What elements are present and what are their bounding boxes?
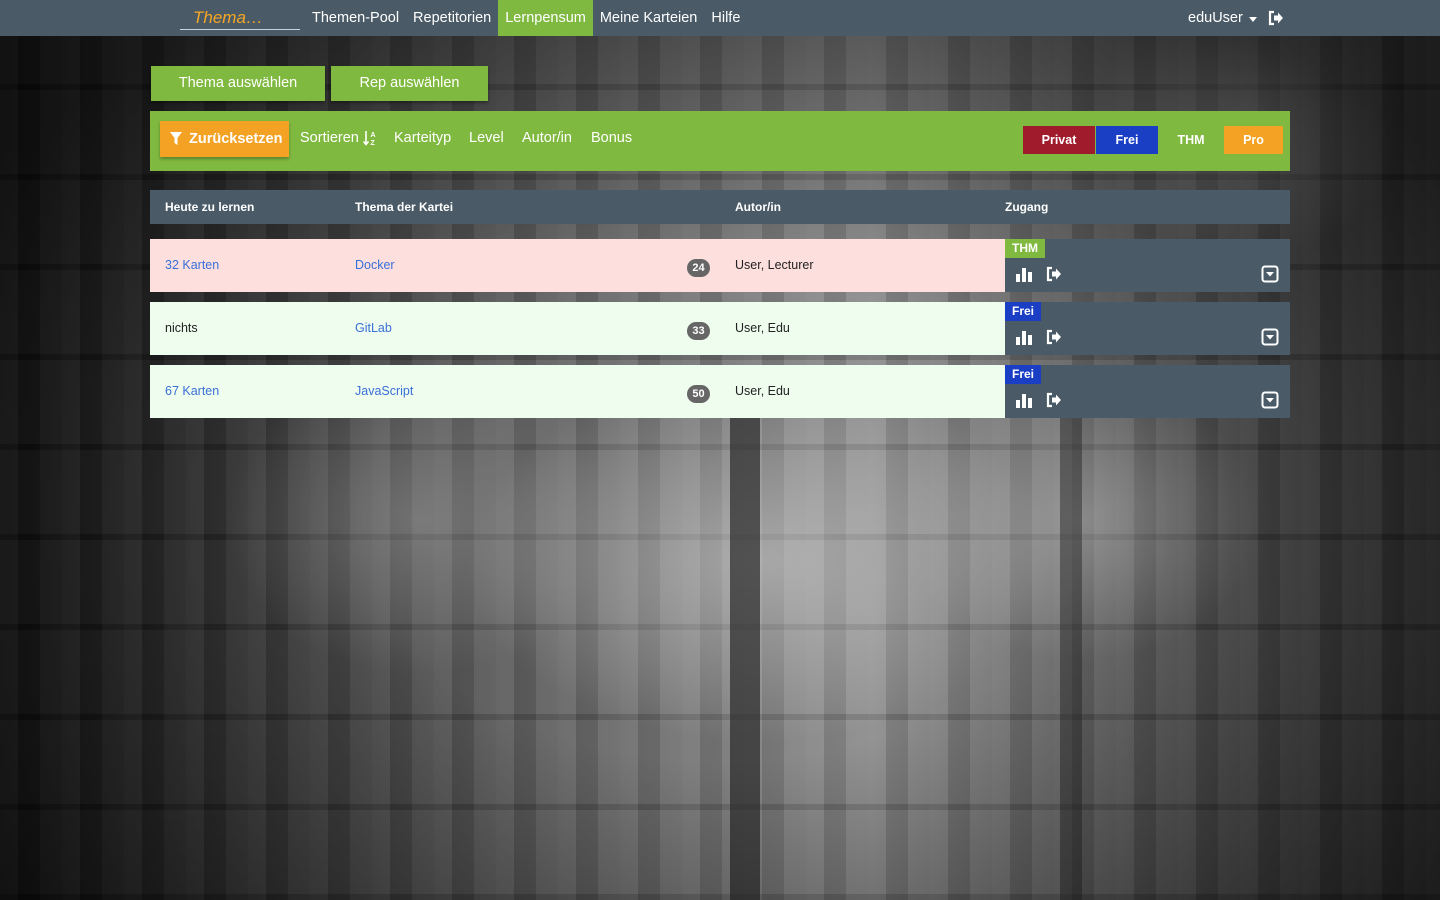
access-filter-group: Privat Frei THM Pro [1023, 126, 1284, 154]
leave-icon[interactable] [1045, 391, 1063, 409]
card-count-badge: 33 [687, 322, 710, 340]
access-badge: Frei [1005, 365, 1042, 384]
table-row[interactable]: 67 Karten JavaScript 50 User, Edu Frei [150, 365, 1290, 418]
header-author[interactable]: Autor/in [735, 190, 781, 224]
author-name: User, Edu [735, 321, 790, 335]
top-navbar: Thema… Themen-Pool Repetitorien Lernpens… [0, 0, 1440, 36]
leave-icon[interactable] [1045, 328, 1063, 346]
svg-text:Z: Z [370, 140, 375, 146]
card-count-badge: 50 [687, 385, 710, 403]
reset-filter-button[interactable]: Zurücksetzen [160, 121, 289, 157]
today-cards-link[interactable]: 32 Karten [165, 239, 219, 292]
stats-icon[interactable] [1015, 391, 1033, 409]
user-name: eduUser [1188, 10, 1243, 26]
select-topic-button[interactable]: Thema auswählen [151, 66, 325, 101]
sort-label: Sortieren [300, 130, 359, 146]
card-count-badge: 24 [687, 259, 710, 277]
topic-link[interactable]: Docker [355, 239, 395, 292]
today-cards-link[interactable]: 67 Karten [165, 365, 219, 418]
row-access-cell: Frei [1005, 302, 1290, 355]
row-content: 32 Karten Docker 24 User, Lecturer [150, 239, 1005, 292]
row-content: nichts GitLab 33 User, Edu [150, 302, 1005, 355]
access-badge: Frei [1005, 302, 1042, 321]
nav-item-hilfe[interactable]: Hilfe [704, 0, 747, 36]
topic-search-input[interactable]: Thema… [180, 4, 300, 30]
select-rep-button[interactable]: Rep auswählen [331, 66, 488, 101]
access-filter-pro[interactable]: Pro [1224, 126, 1283, 154]
topic-link[interactable]: JavaScript [355, 365, 413, 418]
nav-item-lernpensum[interactable]: Lernpensum [498, 0, 593, 36]
stats-icon[interactable] [1015, 328, 1033, 346]
main-nav: Themen-Pool Repetitorien Lernpensum Mein… [305, 0, 747, 36]
user-menu[interactable]: eduUser [1188, 0, 1257, 36]
card-type-filter[interactable]: Karteityp [394, 130, 451, 146]
filter-icon [170, 132, 182, 145]
leave-icon[interactable] [1045, 265, 1063, 283]
today-cards-text: nichts [165, 321, 198, 335]
logout-icon[interactable] [1267, 9, 1285, 27]
nav-item-repetitorien[interactable]: Repetitorien [406, 0, 498, 36]
table-header: Heute zu lernen Thema der Kartei Autor/i… [150, 190, 1290, 224]
expand-icon[interactable] [1261, 328, 1279, 346]
sort-alpha-icon: A Z [362, 131, 375, 146]
row-access-cell: THM [1005, 239, 1290, 292]
author-filter[interactable]: Autor/in [522, 130, 572, 146]
sort-dropdown[interactable]: Sortieren A Z [300, 130, 378, 146]
stats-icon[interactable] [1015, 265, 1033, 283]
header-today[interactable]: Heute zu lernen [165, 190, 254, 224]
reset-filter-label: Zurücksetzen [189, 131, 283, 147]
access-filter-frei[interactable]: Frei [1096, 126, 1158, 154]
nav-item-meine-karteien[interactable]: Meine Karteien [593, 0, 705, 36]
bonus-filter[interactable]: Bonus [591, 130, 632, 146]
header-access[interactable]: Zugang [1005, 190, 1048, 224]
table-row[interactable]: nichts GitLab 33 User, Edu Frei [150, 302, 1290, 355]
access-filter-thm[interactable]: THM [1159, 126, 1223, 154]
filter-bar: Zurücksetzen Sortieren A Z Karteityp Lev… [150, 111, 1290, 171]
caret-down-icon [1248, 16, 1257, 22]
access-filter-privat[interactable]: Privat [1023, 126, 1095, 154]
row-access-cell: Frei [1005, 365, 1290, 418]
author-name: User, Edu [735, 384, 790, 398]
expand-icon[interactable] [1261, 265, 1279, 283]
row-content: 67 Karten JavaScript 50 User, Edu [150, 365, 1005, 418]
expand-icon[interactable] [1261, 391, 1279, 409]
table-row[interactable]: 32 Karten Docker 24 User, Lecturer THM [150, 239, 1290, 292]
svg-text:A: A [370, 132, 375, 139]
header-topic[interactable]: Thema der Kartei [355, 190, 453, 224]
topic-link[interactable]: GitLab [355, 302, 392, 355]
nav-item-themen-pool[interactable]: Themen-Pool [305, 0, 406, 36]
author-name: User, Lecturer [735, 258, 814, 272]
level-filter[interactable]: Level [469, 130, 504, 146]
access-badge: THM [1005, 239, 1045, 258]
